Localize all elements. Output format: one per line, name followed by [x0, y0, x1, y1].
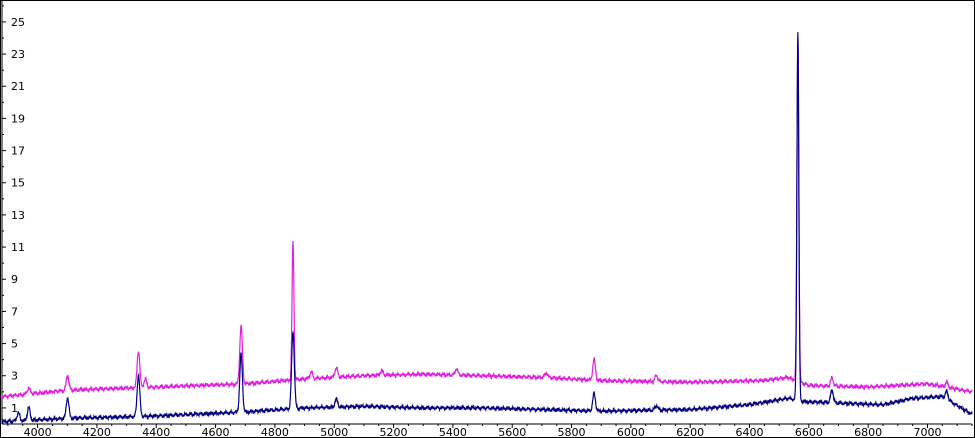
x-tick-label: 4800: [261, 426, 289, 437]
y-tick-label: 25: [11, 16, 25, 29]
x-tick-label: 6000: [617, 426, 645, 437]
x-tick-label: 4600: [202, 426, 230, 437]
x-tick-label: 6600: [795, 426, 823, 437]
x-tick-label: 5600: [498, 426, 526, 437]
series-line-2: [1, 32, 973, 426]
x-tick-label: 4200: [83, 426, 111, 437]
x-tick-label: 5200: [380, 426, 408, 437]
y-tick-label: 15: [11, 177, 25, 190]
y-tick-label: 3: [11, 370, 18, 383]
x-tick-label: 6200: [676, 426, 704, 437]
x-tick-label: 5000: [320, 426, 348, 437]
x-tick-label: 4000: [24, 426, 52, 437]
y-tick-label: 1: [11, 402, 18, 415]
x-tick-label: 5400: [439, 426, 467, 437]
y-tick-label: 7: [11, 305, 18, 318]
series-line-1: [1, 36, 973, 401]
series-layer: [1, 32, 973, 426]
spectrum-chart: 4000 4200 4400 4600 4800 5000 5200 5400 5600 5800…: [1, 1, 973, 437]
chart-frame: 4000 4200 4400 4600 4800 5000 5200 5400 5600 5800…: [0, 0, 975, 438]
y-tick-label: 19: [11, 112, 25, 125]
x-tick-label: 6800: [854, 426, 882, 437]
tick-layer: 4000 4200 4400 4600 4800 5000 5200 5400 5600 5800…: [2, 5, 973, 437]
axes: [1, 1, 972, 425]
y-tick-label: 13: [11, 209, 25, 222]
y-tick-label: 23: [11, 48, 25, 61]
x-tick-label: 6400: [736, 426, 764, 437]
y-tick-label: 17: [11, 145, 25, 158]
y-tick-label: 11: [11, 241, 25, 254]
x-tick-label: 7000: [914, 426, 942, 437]
x-tick-label: 5800: [558, 426, 586, 437]
y-tick-label: 5: [11, 338, 18, 351]
y-tick-label: 21: [11, 80, 25, 93]
x-tick-label: 4400: [142, 426, 170, 437]
y-tick-label: 9: [11, 273, 18, 286]
